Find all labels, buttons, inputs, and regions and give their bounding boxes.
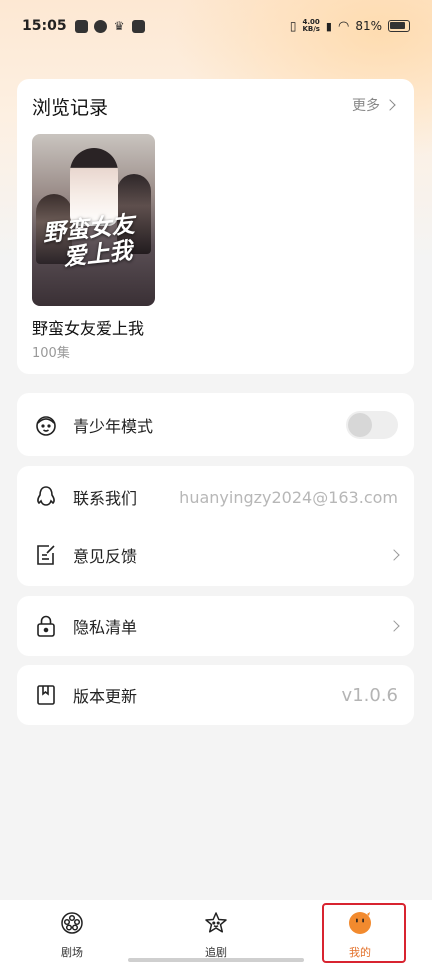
status-time: 15:05 [22,18,67,34]
history-title: 浏览记录 [32,97,109,119]
contact-label: 联系我们 [73,489,138,508]
child-face-icon [33,412,59,438]
drama-episodes: 100集 [32,346,70,361]
message-icon [131,19,145,33]
privacy-label: 隐私清单 [73,618,138,637]
privacy-row[interactable]: 隐私清单 [17,596,414,656]
chevron-right-icon [384,99,396,111]
network-speed: 4.00 KB/s [302,18,320,33]
highlight-box [322,903,406,963]
version-right: v1.0.6 [342,685,398,706]
version-value: v1.0.6 [341,684,398,706]
verified-icon [93,19,107,33]
history-card: 浏览记录 更多 野蛮女友 爱上我 野蛮女友爱上我 100集 [17,79,414,374]
chevron-right-icon [388,549,400,561]
privacy-card: 隐私清单 [17,596,414,656]
toggle-knob [348,413,372,437]
wifi-icon: ◠ [337,18,350,34]
tab-label: 剧场 [61,946,83,959]
app-notification-icon [74,19,88,33]
home-indicator[interactable] [128,958,304,962]
vibrate-icon: ▯ [289,19,297,33]
poster-title-art: 野蛮女友 爱上我 [41,211,147,273]
battery-icon [388,20,410,32]
star-icon [203,910,229,940]
feedback-row[interactable]: 意见反馈 [17,525,414,585]
contact-email[interactable]: huanyingzy2024@163.com [179,488,398,507]
youth-mode-label: 青少年模式 [73,417,154,436]
film-reel-icon [59,910,85,940]
youth-mode-toggle[interactable] [346,411,398,439]
drama-poster[interactable]: 野蛮女友 爱上我 [32,134,155,306]
youth-mode-right [346,411,398,439]
contact-right: huanyingzy2024@163.com [179,488,398,507]
crown-icon: ♛ [113,18,125,33]
battery-percent: 81% [355,19,382,33]
support-card: 联系我们 huanyingzy2024@163.com 意见反馈 [17,466,414,586]
privacy-right [388,620,400,632]
lock-icon [33,613,59,639]
bookmark-book-icon [33,682,59,708]
tab-follow[interactable]: 追剧 [144,900,288,964]
version-row[interactable]: 版本更新 v1.0.6 [17,665,414,725]
drama-name[interactable]: 野蛮女友爱上我 [32,315,144,339]
status-bar: 15:05 ♛ ▯ 4.00 KB/s ▮ ◠ 81% [0,0,432,52]
feedback-label: 意见反馈 [73,547,138,566]
youth-mode-card: 青少年模式 [17,393,414,456]
sim-icon: ▮ [325,19,332,33]
more-label: 更多 [352,98,380,114]
feedback-right [388,549,400,561]
contact-row[interactable]: 联系我们 huanyingzy2024@163.com [17,467,414,527]
chevron-right-icon [388,620,400,632]
version-card: 版本更新 v1.0.6 [17,665,414,725]
edit-note-icon [33,542,59,568]
tab-theater[interactable]: 剧场 [0,900,144,964]
youth-mode-row[interactable]: 青少年模式 [17,395,414,455]
version-label: 版本更新 [73,687,138,706]
qq-penguin-icon [33,484,59,510]
status-right-group: ▯ 4.00 KB/s ▮ ◠ 81% [290,19,410,34]
history-more-button[interactable]: 更多 [352,95,396,115]
